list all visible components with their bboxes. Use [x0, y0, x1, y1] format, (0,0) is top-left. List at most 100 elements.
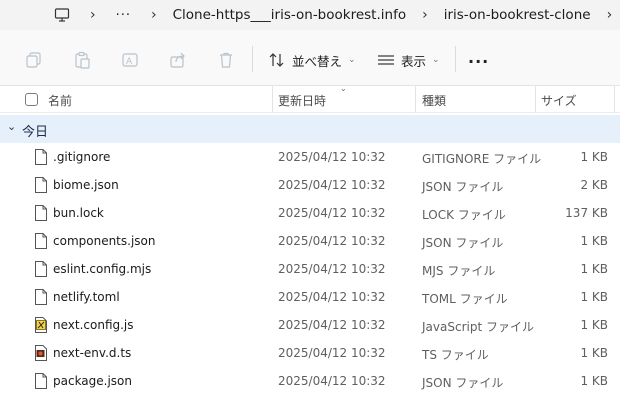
chevron-right-icon: › [422, 7, 428, 23]
sort-label: 並べ替え [292, 53, 343, 69]
toolbar-divider [455, 46, 456, 72]
trash-icon [220, 52, 232, 68]
file-modified: 2025/04/12 10:32 [278, 374, 386, 388]
toolbar-divider [252, 46, 253, 72]
command-bar: A 並べ替え ⌄ 表示 ⌄ ··· [0, 30, 620, 86]
breadcrumb: › ··· › Clone-https___iris-on-bookrest.i… [44, 0, 620, 30]
javascript-file-icon [34, 317, 48, 333]
table-row[interactable]: bun.lock 2025/04/12 10:32 LOCK ファイル 137 … [0, 199, 620, 227]
group-label: 今日 [22, 125, 49, 140]
view-label: 表示 [401, 53, 427, 69]
file-size: 1 KB [580, 318, 608, 332]
file-name: biome.json [53, 178, 119, 192]
table-row[interactable]: biome.json 2025/04/12 10:32 JSON ファイル 2 … [0, 171, 620, 199]
chevron-right-icon[interactable]: › [607, 7, 613, 23]
column-header-modified[interactable]: 更新日時 [278, 92, 326, 109]
file-name: package.json [53, 374, 133, 388]
file-size: 2 KB [580, 178, 608, 192]
file-type: JSON ファイル [422, 180, 504, 194]
more-options-button[interactable]: ··· [468, 52, 489, 71]
group-header-today[interactable]: ⌄ 今日 [0, 115, 620, 143]
sort-button[interactable]: 並べ替え ⌄ [268, 46, 356, 74]
paste-button[interactable] [72, 50, 92, 70]
column-divider[interactable] [272, 86, 273, 113]
column-header-type[interactable]: 種類 [422, 92, 446, 109]
file-modified: 2025/04/12 10:32 [278, 234, 386, 248]
file-icon [34, 373, 48, 389]
breadcrumb-item-current-folder[interactable]: iris-on-bookrest-clone [444, 7, 591, 23]
file-size: 1 KB [580, 374, 608, 388]
table-row[interactable]: components.json 2025/04/12 10:32 JSON ファ… [0, 227, 620, 255]
copy-button[interactable] [24, 50, 44, 70]
chevron-right-icon: › [151, 7, 157, 23]
file-name: next.config.js [53, 318, 134, 332]
column-divider[interactable] [415, 86, 416, 113]
address-bar: › ··· › Clone-https___iris-on-bookrest.i… [0, 0, 620, 30]
paste-icon [75, 51, 90, 69]
file-size: 1 KB [580, 150, 608, 164]
column-header-name[interactable]: 名前 [48, 92, 72, 109]
file-type: MJS ファイル [422, 264, 496, 278]
delete-button[interactable] [216, 50, 236, 70]
file-modified: 2025/04/12 10:32 [278, 318, 386, 332]
computer-icon[interactable] [54, 7, 70, 23]
chevron-down-icon: ⌄ [432, 55, 440, 65]
file-size: 1 KB [580, 262, 608, 276]
rename-button[interactable]: A [120, 50, 140, 70]
view-icon [378, 55, 394, 65]
file-icon [34, 177, 48, 193]
file-icon [34, 149, 48, 165]
file-icon [34, 233, 48, 249]
media-file-icon [34, 345, 48, 361]
file-icon [34, 205, 48, 221]
chevron-right-icon: › [90, 7, 96, 23]
file-name: eslint.config.mjs [53, 262, 152, 276]
file-list: .gitignore 2025/04/12 10:32 GITIGNORE ファ… [0, 143, 620, 395]
share-icon [170, 52, 185, 68]
file-icon [34, 289, 48, 305]
file-type: JSON ファイル [422, 376, 504, 390]
share-button[interactable] [168, 50, 188, 70]
column-header: 名前 ⌄ 更新日時 種類 サイズ [0, 84, 620, 113]
breadcrumb-overflow-button[interactable]: ··· [116, 8, 131, 23]
file-size: 137 KB [565, 206, 608, 220]
breadcrumb-item-clone-folder[interactable]: Clone-https___iris-on-bookrest.info [173, 7, 406, 23]
file-size: 1 KB [580, 346, 608, 360]
file-type: LOCK ファイル [422, 208, 506, 222]
copy-icon [26, 52, 41, 68]
sort-icon [269, 53, 284, 67]
file-size: 1 KB [580, 234, 608, 248]
table-row[interactable]: .gitignore 2025/04/12 10:32 GITIGNORE ファ… [0, 143, 620, 171]
chevron-down-icon: ⌄ [348, 55, 356, 65]
file-icon [34, 261, 48, 277]
file-modified: 2025/04/12 10:32 [278, 150, 386, 164]
column-header-size[interactable]: サイズ [541, 92, 577, 109]
file-size: 1 KB [580, 290, 608, 304]
table-row[interactable]: eslint.config.mjs 2025/04/12 10:32 MJS フ… [0, 255, 620, 283]
rename-icon: A [122, 53, 138, 67]
file-name: bun.lock [53, 206, 104, 220]
file-modified: 2025/04/12 10:32 [278, 290, 386, 304]
file-type: TS ファイル [422, 348, 489, 362]
sort-indicator-icon: ⌄ [340, 84, 347, 93]
table-row[interactable]: next.config.js 2025/04/12 10:32 JavaScri… [0, 311, 620, 339]
file-name: netlify.toml [53, 290, 120, 304]
file-modified: 2025/04/12 10:32 [278, 346, 386, 360]
file-type: JSON ファイル [422, 236, 504, 250]
column-divider[interactable] [535, 86, 536, 113]
table-row[interactable]: netlify.toml 2025/04/12 10:32 TOML ファイル … [0, 283, 620, 311]
file-name: components.json [53, 234, 156, 248]
chevron-down-icon[interactable]: ⌄ [7, 120, 16, 133]
table-row[interactable]: package.json 2025/04/12 10:32 JSON ファイル … [0, 367, 620, 395]
file-modified: 2025/04/12 10:32 [278, 206, 386, 220]
file-modified: 2025/04/12 10:32 [278, 178, 386, 192]
select-all-checkbox[interactable] [25, 93, 38, 106]
table-row[interactable]: next-env.d.ts 2025/04/12 10:32 TS ファイル 1… [0, 339, 620, 367]
column-divider[interactable] [614, 86, 615, 113]
file-type: JavaScript ファイル [422, 320, 534, 334]
file-modified: 2025/04/12 10:32 [278, 262, 386, 276]
view-button[interactable]: 表示 ⌄ [377, 46, 440, 74]
file-type: GITIGNORE ファイル [422, 152, 542, 166]
file-type: TOML ファイル [422, 292, 508, 306]
file-name: .gitignore [53, 150, 111, 164]
